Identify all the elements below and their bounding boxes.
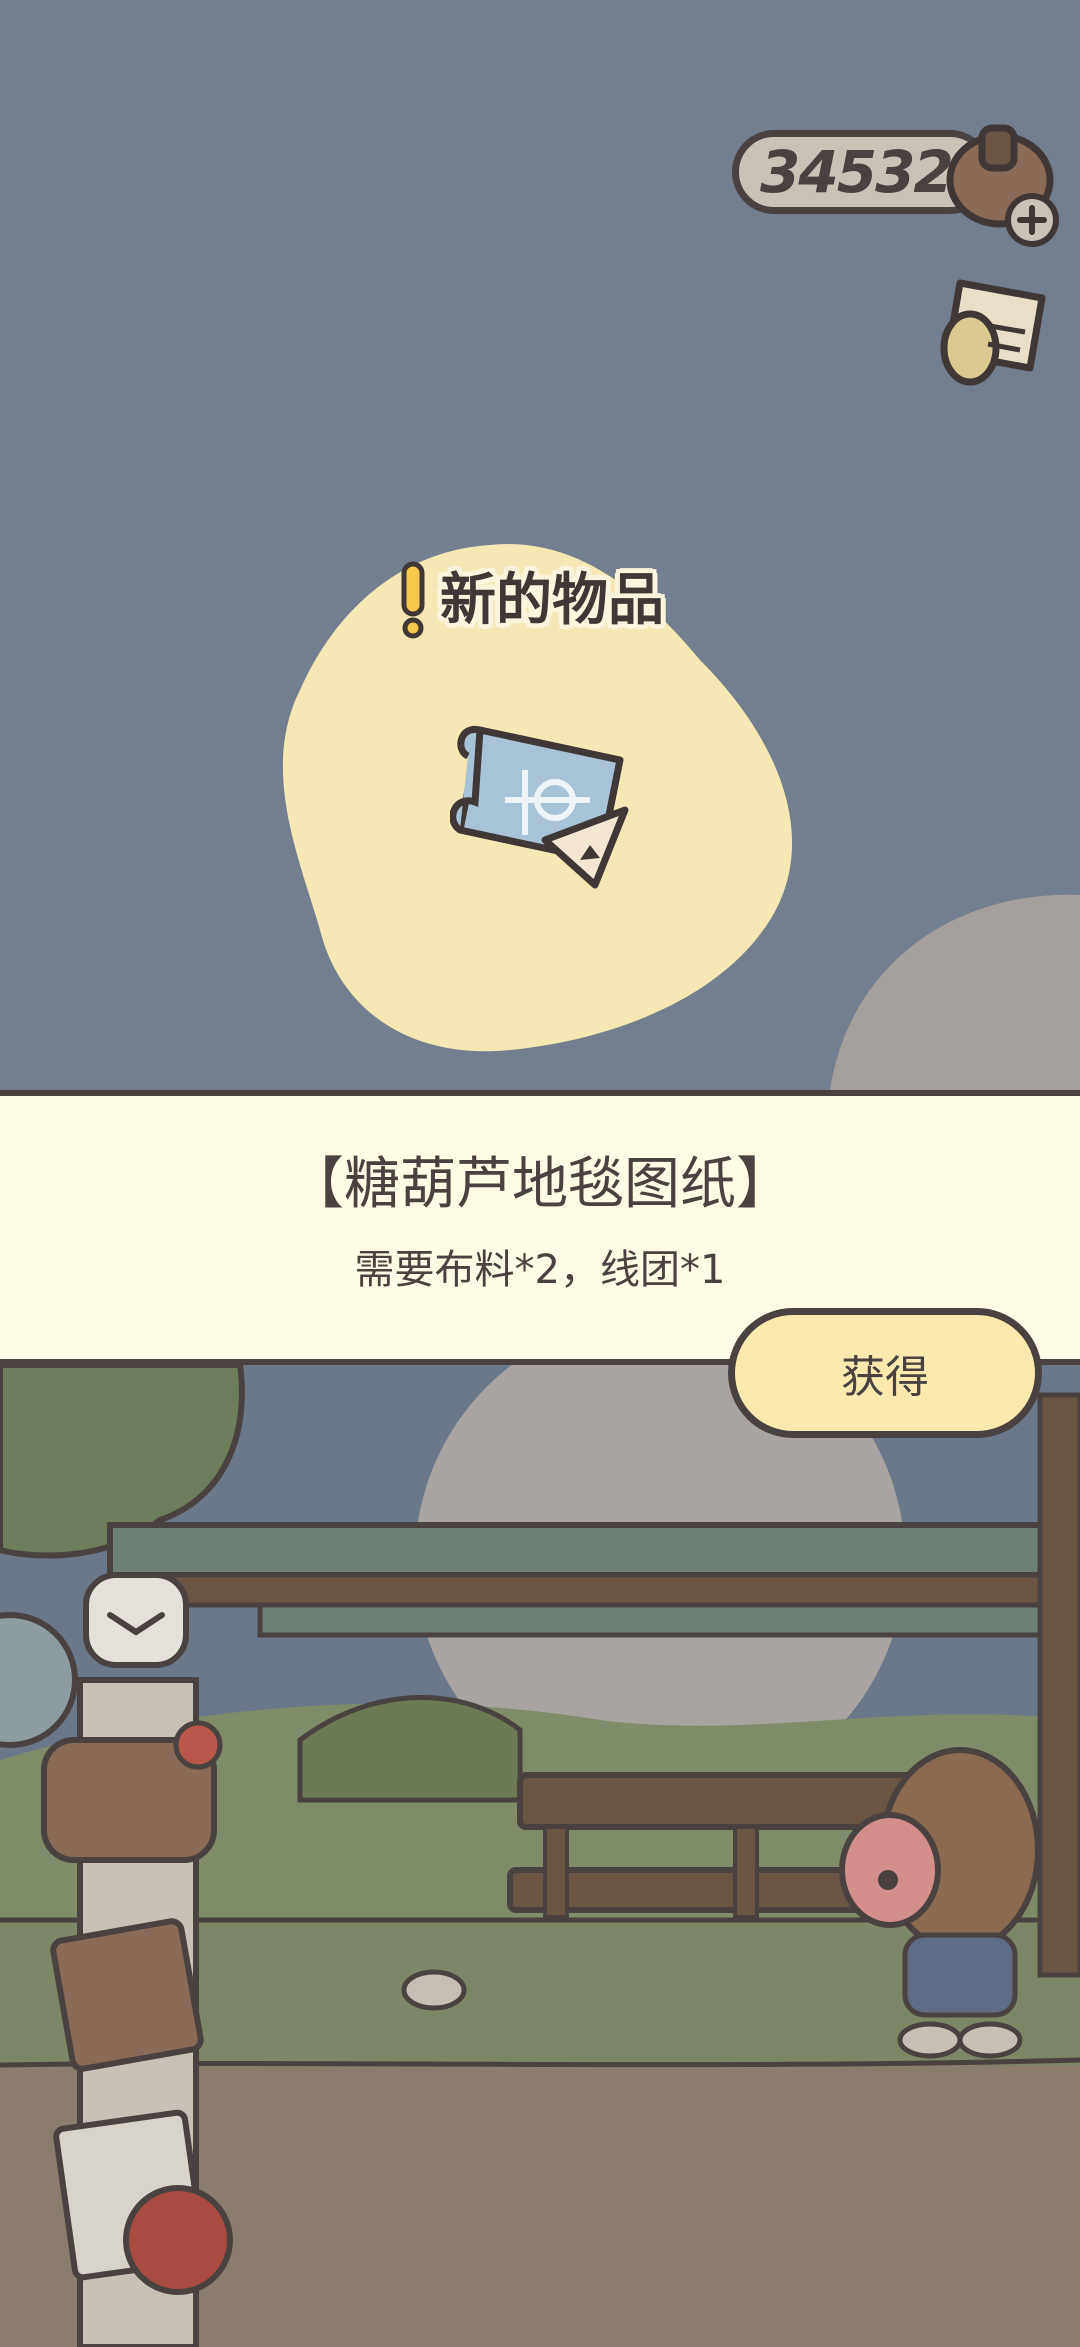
exclamation-icon <box>401 561 425 639</box>
currency-value: 345321 <box>760 138 992 206</box>
get-button[interactable]: 获得 <box>728 1308 1042 1438</box>
item-title: 【糖葫芦地毯图纸】 <box>288 1152 792 1217</box>
scroll-note-icon[interactable] <box>930 268 1060 393</box>
game-screen: 新的物品 345321 【糖葫芦地毯图纸】 需要布料*2，线团*1 获得 <box>0 0 1080 2347</box>
new-item-label: 新的物品 <box>440 568 664 633</box>
acorn-coin-icon <box>946 124 1059 247</box>
blueprint-scroll-icon <box>450 725 629 889</box>
item-requirements: 需要布料*2，线团*1 <box>354 1247 726 1293</box>
get-button-label: 获得 <box>841 1352 929 1403</box>
